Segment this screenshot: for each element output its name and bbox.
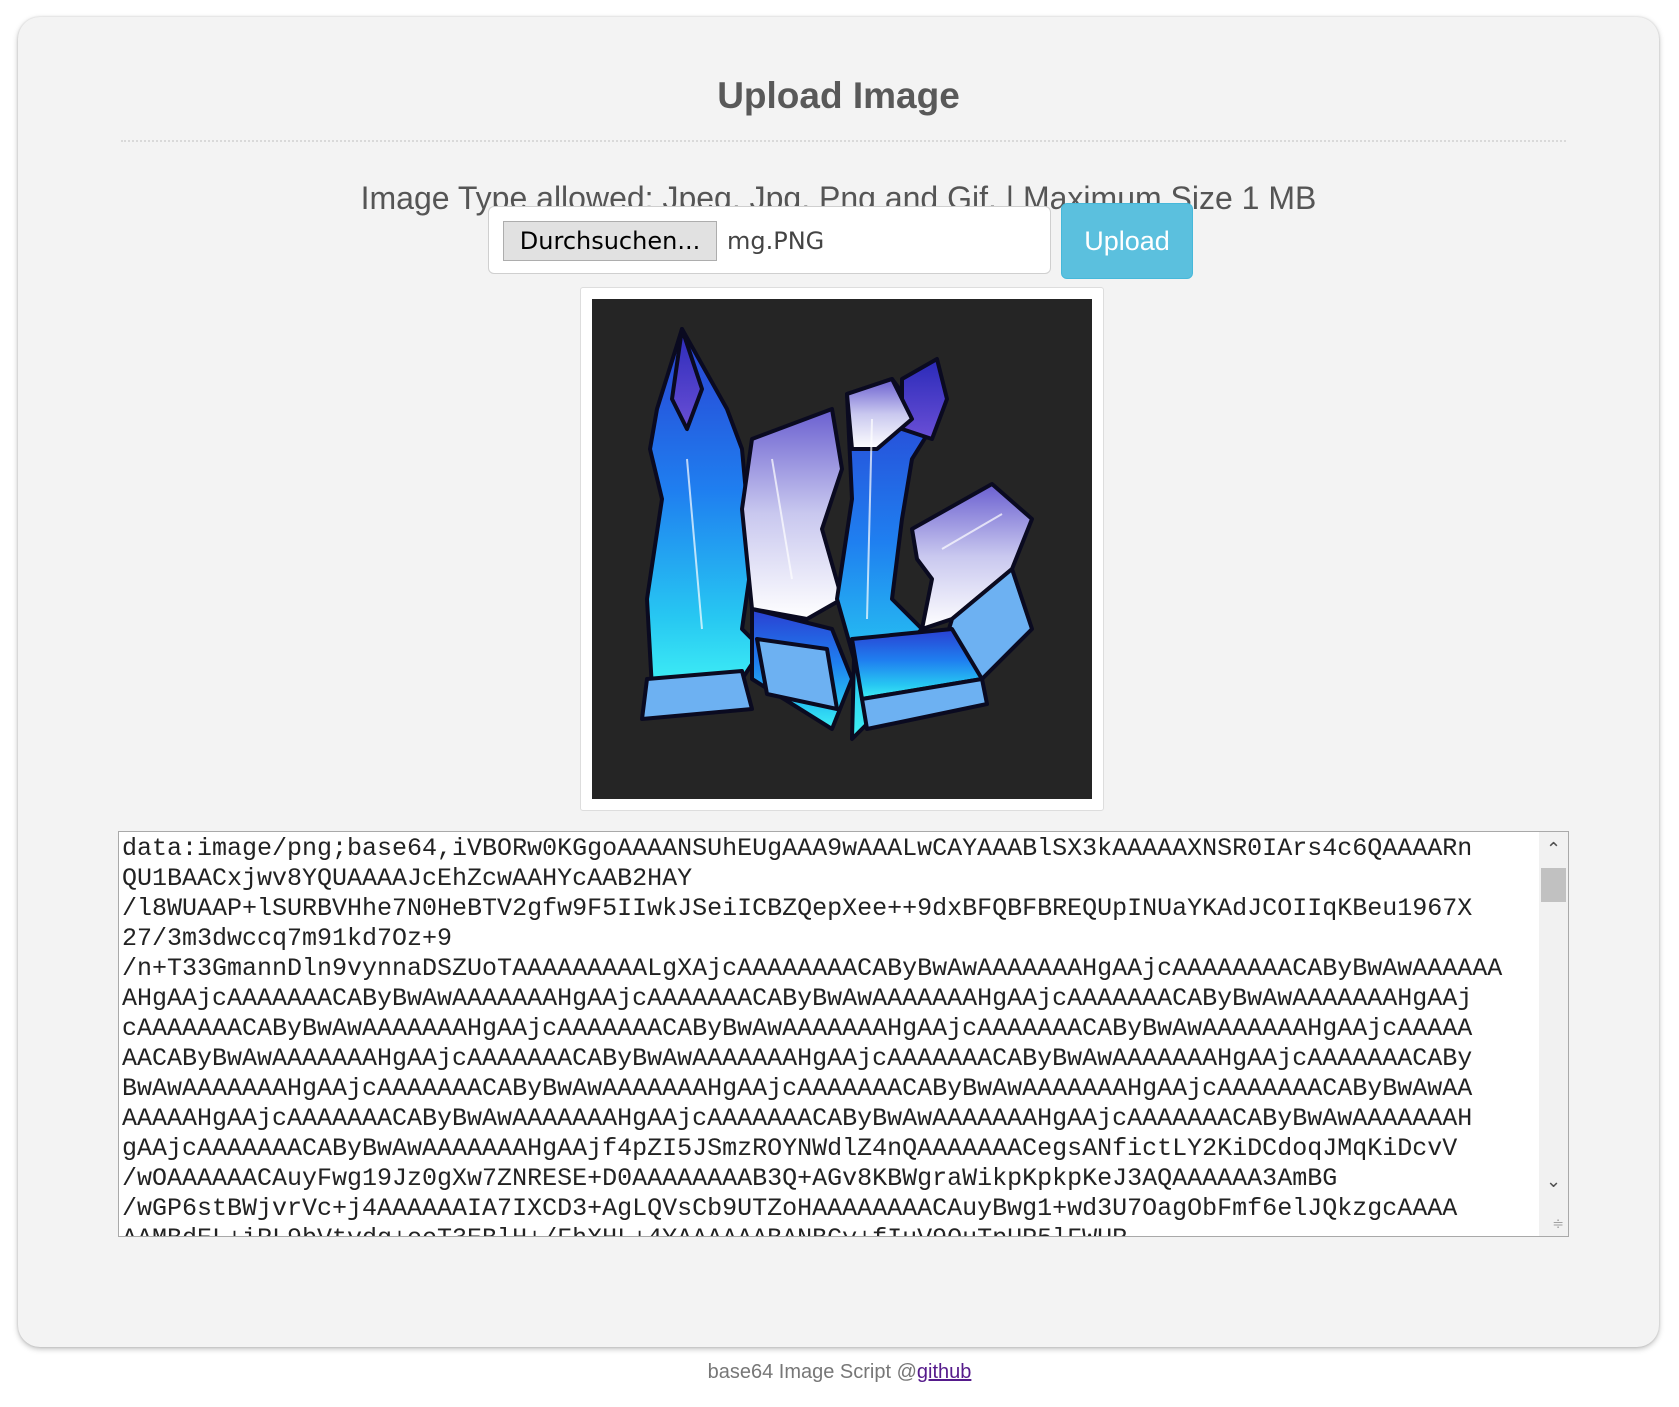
file-input[interactable]: Durchsuchen... mg.PNG [488, 206, 1051, 274]
graffiti-image [640, 327, 1034, 741]
textarea-scrollbar[interactable]: ⌃ ⌄ [1539, 832, 1568, 1236]
uploaded-image-preview [592, 299, 1092, 799]
chevron-up-icon[interactable]: ⌃ [1539, 832, 1568, 866]
github-link[interactable]: github [917, 1361, 972, 1383]
footer-text: base64 Image Script @ [707, 1361, 917, 1383]
image-preview-frame [580, 287, 1104, 811]
chevron-down-icon[interactable]: ⌄ [1539, 1164, 1568, 1198]
base64-output-textarea[interactable]: data:image/png;base64,iVBORw0KGgoAAAANSU… [118, 831, 1569, 1237]
upload-card: Upload Image Image Type allowed: Jpeg, J… [18, 17, 1659, 1347]
browse-button[interactable]: Durchsuchen... [503, 221, 717, 261]
resize-grip-icon[interactable]: ≑ [1546, 1214, 1564, 1232]
footer: base64 Image Script @github [0, 1361, 1679, 1384]
title-divider [121, 140, 1566, 142]
base64-output-text: data:image/png;base64,iVBORw0KGgoAAAANSU… [122, 834, 1503, 1236]
scrollbar-thumb[interactable] [1541, 868, 1566, 902]
page-title: Upload Image [717, 75, 960, 116]
upload-button[interactable]: Upload [1061, 203, 1193, 279]
selected-file-name: mg.PNG [727, 227, 825, 255]
